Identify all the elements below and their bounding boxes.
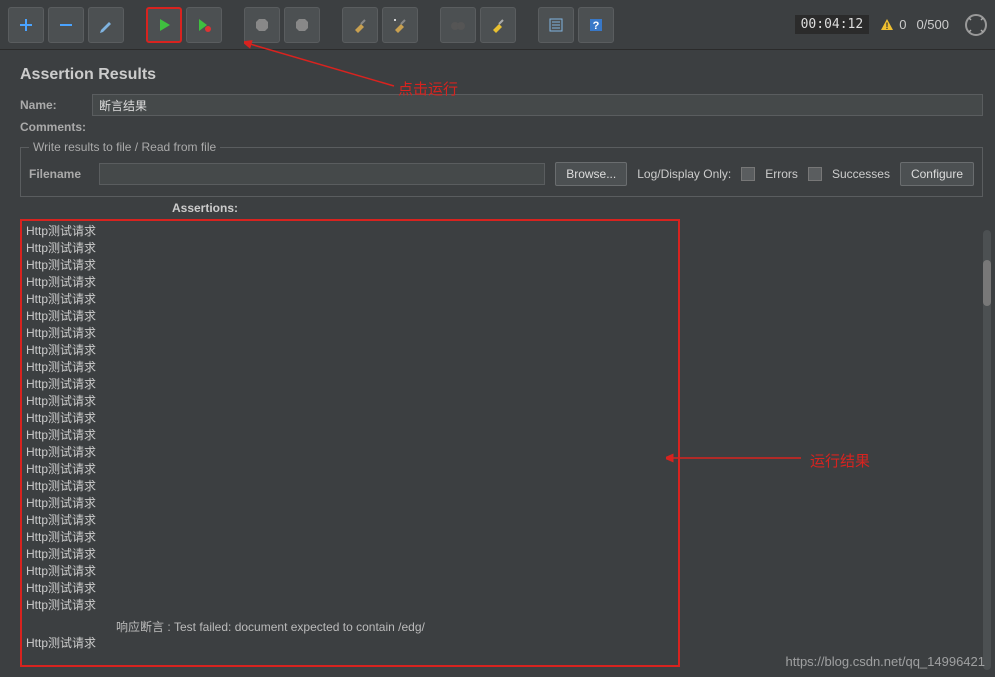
main-toolbar: ? 00:04:12 ! 0 0/500 (0, 0, 995, 50)
assertion-results-panel: Assertion Results Name: Comments: Write … (0, 50, 995, 667)
shutdown-button[interactable] (284, 7, 320, 43)
panel-title: Assertion Results (20, 58, 983, 90)
assertion-item[interactable]: Http测试请求 (26, 461, 674, 478)
reset-search-button[interactable] (480, 7, 516, 43)
filename-input[interactable] (99, 163, 545, 185)
assertion-item[interactable]: Http测试请求 (26, 274, 674, 291)
minus-icon (58, 17, 74, 33)
scrollbar-thumb[interactable] (983, 260, 991, 306)
assertion-item[interactable]: Http测试请求 (26, 580, 674, 597)
clear-button[interactable] (342, 7, 378, 43)
help-icon: ? (588, 17, 604, 33)
filename-label: Filename (29, 167, 89, 181)
assertion-item[interactable]: Http测试请求 (26, 512, 674, 529)
file-legend: Write results to file / Read from file (29, 140, 220, 154)
remove-button[interactable] (48, 7, 84, 43)
assertion-item[interactable]: Http测试请求 (26, 342, 674, 359)
svg-text:!: ! (886, 21, 889, 31)
stop-button[interactable] (244, 7, 280, 43)
function-helper-button[interactable] (538, 7, 574, 43)
stop-all-icon (294, 17, 310, 33)
expand-icon (967, 16, 985, 34)
binoculars-icon (450, 17, 466, 33)
broom-yellow-icon (490, 17, 506, 33)
watermark: https://blog.csdn.net/qq_14996421 (786, 654, 986, 669)
expand-button[interactable] (965, 14, 987, 36)
help-button[interactable]: ? (578, 7, 614, 43)
assertions-heading: Assertions: (20, 197, 390, 219)
thread-progress: 0/500 (916, 17, 949, 32)
plus-icon (18, 17, 34, 33)
assertion-item[interactable]: Http测试请求 (26, 495, 674, 512)
assertion-item[interactable]: Http测试请求 (26, 597, 674, 614)
assertion-item[interactable]: Http测试请求 (26, 393, 674, 410)
stop-icon (254, 17, 270, 33)
svg-text:?: ? (593, 20, 600, 32)
assertion-item[interactable]: Http测试请求 (26, 291, 674, 308)
assertion-item[interactable]: Http测试请求 (26, 308, 674, 325)
search-button[interactable] (440, 7, 476, 43)
errors-label: Errors (765, 167, 798, 181)
comments-label: Comments: (20, 120, 86, 134)
assertion-results-list[interactable]: Http测试请求Http测试请求Http测试请求Http测试请求Http测试请求… (20, 219, 680, 667)
successes-label: Successes (832, 167, 890, 181)
assertion-item[interactable]: Http测试请求 (26, 529, 674, 546)
name-input[interactable] (92, 94, 983, 116)
add-button[interactable] (8, 7, 44, 43)
errors-checkbox[interactable] (741, 167, 755, 181)
scrollbar[interactable] (983, 230, 991, 670)
warning-indicator[interactable]: ! 0 (879, 17, 906, 33)
play-skip-icon (196, 17, 212, 33)
assertion-item[interactable]: Http测试请求 (26, 376, 674, 393)
assertion-item[interactable]: Http测试请求 (26, 546, 674, 563)
play-icon (156, 17, 172, 33)
elapsed-timer: 00:04:12 (795, 15, 870, 34)
edit-button[interactable] (88, 7, 124, 43)
assertion-item[interactable]: Http测试请求 (26, 359, 674, 376)
assertion-item[interactable]: Http测试请求 (26, 257, 674, 274)
pencil-icon (98, 17, 114, 33)
assertion-item[interactable]: Http测试请求 (26, 635, 674, 652)
assertion-item[interactable]: Http测试请求 (26, 240, 674, 257)
broom-icon (352, 17, 368, 33)
warning-icon: ! (879, 17, 895, 33)
clear-all-button[interactable] (382, 7, 418, 43)
assertion-failure-message: 响应断言 : Test failed: document expected to… (26, 614, 674, 635)
configure-button[interactable]: Configure (900, 162, 974, 186)
assertion-item[interactable]: Http测试请求 (26, 410, 674, 427)
assertion-item[interactable]: Http测试请求 (26, 325, 674, 342)
assertion-item[interactable]: Http测试请求 (26, 223, 674, 240)
assertion-item[interactable]: Http测试请求 (26, 563, 674, 580)
run-no-pause-button[interactable] (186, 7, 222, 43)
browse-button[interactable]: Browse... (555, 162, 627, 186)
assertion-item[interactable]: Http测试请求 (26, 478, 674, 495)
list-icon (548, 17, 564, 33)
name-label: Name: (20, 98, 92, 112)
assertion-item[interactable]: Http测试请求 (26, 444, 674, 461)
file-results-group: Write results to file / Read from file F… (20, 140, 983, 197)
broom-all-icon (392, 17, 408, 33)
successes-checkbox[interactable] (808, 167, 822, 181)
warning-count: 0 (899, 17, 906, 32)
run-button[interactable] (146, 7, 182, 43)
log-only-label: Log/Display Only: (637, 167, 731, 181)
assertion-item[interactable]: Http测试请求 (26, 427, 674, 444)
